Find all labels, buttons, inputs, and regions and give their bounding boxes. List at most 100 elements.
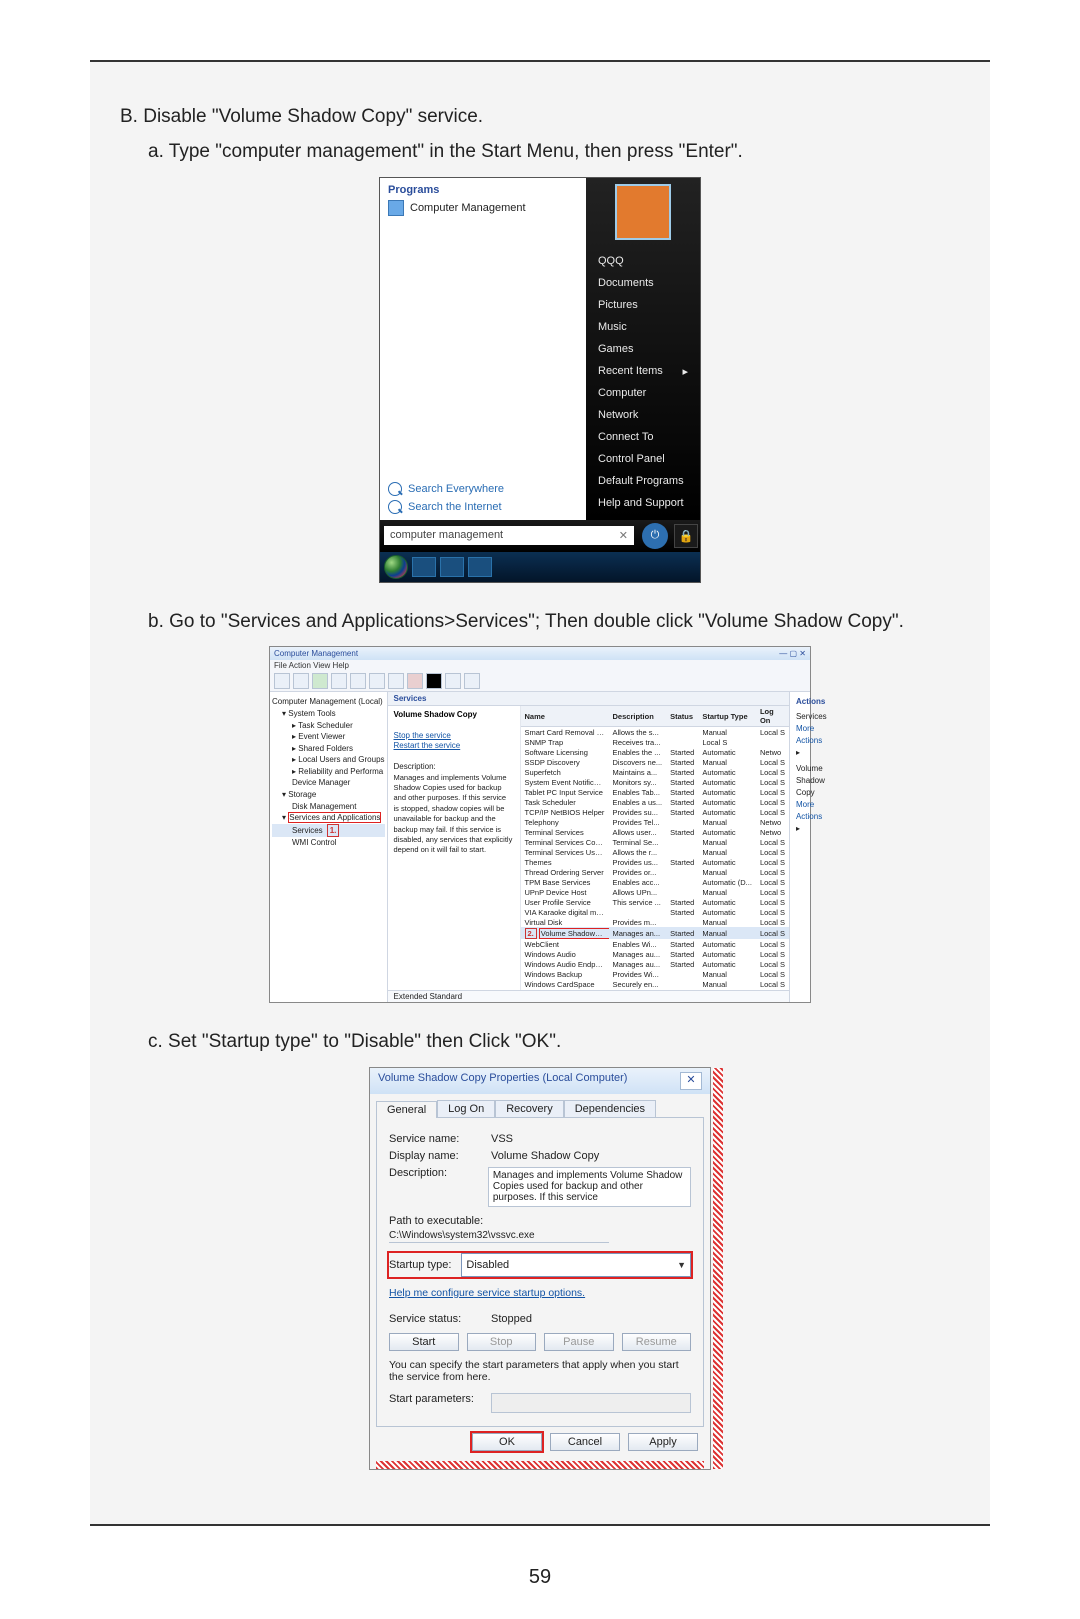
start-params-input <box>491 1393 691 1413</box>
start-button[interactable]: Start <box>389 1333 459 1351</box>
marker-2: 2. <box>525 928 537 939</box>
table-row[interactable]: Software LicensingEnables the ...Started… <box>521 747 789 757</box>
search-icon <box>388 500 402 514</box>
step-a: a. Type "computer management" in the Sta… <box>148 137 960 166</box>
close-button[interactable]: ✕ <box>680 1072 702 1090</box>
table-row[interactable]: SNMP TrapReceives tra...Local S <box>521 737 789 747</box>
table-row[interactable]: Windows Color SystemThe WcsPlu...ManualL… <box>521 989 789 990</box>
table-row[interactable]: SSDP DiscoveryDiscovers ne...StartedManu… <box>521 757 789 767</box>
service-info-pane: Volume Shadow Copy Stop the service Rest… <box>388 706 521 990</box>
table-row[interactable]: Terminal Services User...Allows the r...… <box>521 847 789 857</box>
table-row[interactable]: ThemesProvides us...StartedAutomaticLoca… <box>521 857 789 867</box>
table-row[interactable]: 2.Volume Shadow CopyManages an...Started… <box>521 927 789 939</box>
path-value: C:\Windows\system32\vssvc.exe <box>389 1230 609 1243</box>
nav-tree[interactable]: Computer Management (Local) ▾ System Too… <box>270 692 388 1002</box>
table-row[interactable]: UPnP Device HostAllows UPn...ManualLocal… <box>521 887 789 897</box>
marker-1: 1. <box>327 824 340 838</box>
stop-button: Stop <box>467 1333 537 1351</box>
start-search-input[interactable]: computer management✕ <box>384 526 634 545</box>
apply-button[interactable]: Apply <box>628 1433 698 1451</box>
services-header: Services <box>388 692 789 706</box>
table-row[interactable]: Terminal ServicesAllows user...StartedAu… <box>521 827 789 837</box>
tree-services[interactable]: Services1. <box>272 824 385 838</box>
service-name-label: Service name: <box>389 1133 481 1145</box>
figure-start-menu: Programs Computer Management Search Ever… <box>379 177 701 583</box>
table-row[interactable]: TelephonyProvides Tel...ManualNetwo <box>521 817 789 827</box>
table-row[interactable]: Smart Card Removal Po...Allows the s...M… <box>521 727 789 738</box>
taskbar-button[interactable] <box>468 557 492 577</box>
clear-search-icon[interactable]: ✕ <box>619 529 628 542</box>
taskbar-button[interactable] <box>412 557 436 577</box>
start-menu-item[interactable]: Games <box>586 338 700 360</box>
start-menu-item[interactable]: Help and Support <box>586 492 700 514</box>
lock-button[interactable]: 🔒 <box>674 524 698 548</box>
actions-pane: Actions Services More Actions ▸ Volume S… <box>789 692 833 1002</box>
start-params-note: You can specify the start parameters tha… <box>389 1359 691 1383</box>
start-menu-item[interactable]: Default Programs <box>586 470 700 492</box>
startup-type-select[interactable]: Disabled ▼ <box>461 1253 691 1277</box>
start-menu-item[interactable]: Music <box>586 316 700 338</box>
tab-general[interactable]: General <box>376 1101 437 1118</box>
tab-recovery[interactable]: Recovery <box>495 1100 563 1117</box>
taskbar <box>380 552 700 582</box>
table-row[interactable]: Windows AudioManages au...StartedAutomat… <box>521 949 789 959</box>
table-row[interactable]: Terminal Services Conf...Terminal Se...M… <box>521 837 789 847</box>
user-avatar <box>615 184 671 240</box>
startup-type-label: Startup type: <box>389 1259 451 1271</box>
table-row[interactable]: Tablet PC Input ServiceEnables Tab...Sta… <box>521 787 789 797</box>
link-stop-service[interactable]: Stop the service <box>394 731 451 740</box>
search-internet[interactable]: Search the Internet <box>388 500 578 514</box>
start-menu-item[interactable]: QQQ <box>586 250 700 272</box>
search-icon <box>388 482 402 496</box>
annotation-hatch <box>376 1461 704 1469</box>
tab-logon[interactable]: Log On <box>437 1100 495 1117</box>
table-row[interactable]: VIA Karaoke digital mix...StartedAutomat… <box>521 907 789 917</box>
start-menu-item[interactable]: Connect To <box>586 426 700 448</box>
more-actions[interactable]: More Actions <box>796 724 822 745</box>
toolbar[interactable] <box>270 671 810 692</box>
service-name-value: VSS <box>491 1133 513 1145</box>
path-label: Path to executable: <box>389 1215 691 1227</box>
table-row[interactable]: TCP/IP NetBIOS HelperProvides su...Start… <box>521 807 789 817</box>
link-restart-service[interactable]: Restart the service <box>394 741 461 750</box>
table-row[interactable]: TPM Base ServicesEnables acc...Automatic… <box>521 877 789 887</box>
power-button[interactable]: ⏻ <box>642 523 668 549</box>
table-row[interactable]: WebClientEnables Wi...StartedAutomaticLo… <box>521 939 789 949</box>
callout-1: Services and Applications <box>288 812 381 823</box>
taskbar-button[interactable] <box>440 557 464 577</box>
table-row[interactable]: Thread Ordering ServerProvides or...Manu… <box>521 867 789 877</box>
display-name-value: Volume Shadow Copy <box>491 1150 599 1162</box>
power-icon: ⏻ <box>651 529 660 542</box>
description-label: Description: <box>389 1167 478 1179</box>
table-row[interactable]: System Event Notificati...Monitors sy...… <box>521 777 789 787</box>
services-table[interactable]: NameDescriptionStatusStartup TypeLog On … <box>521 706 789 990</box>
search-everywhere[interactable]: Search Everywhere <box>388 482 578 496</box>
start-orb-icon[interactable] <box>384 555 408 579</box>
table-row[interactable]: Task SchedulerEnables a us...StartedAuto… <box>521 797 789 807</box>
program-computer-management[interactable]: Computer Management <box>388 200 578 216</box>
start-menu-item[interactable]: Pictures <box>586 294 700 316</box>
table-row[interactable]: SuperfetchMaintains a...StartedAutomatic… <box>521 767 789 777</box>
table-row[interactable]: Virtual DiskProvides m...ManualLocal S <box>521 917 789 927</box>
menubar[interactable]: File Action View Help <box>270 660 810 671</box>
start-menu-item[interactable]: Control Panel <box>586 448 700 470</box>
table-row[interactable]: Windows Audio Endpoi...Manages au...Star… <box>521 959 789 969</box>
table-row[interactable]: Windows CardSpaceSecurely en...ManualLoc… <box>521 979 789 989</box>
start-menu-item[interactable]: Network <box>586 404 700 426</box>
cancel-button[interactable]: Cancel <box>550 1433 620 1451</box>
service-status-value: Stopped <box>491 1313 532 1325</box>
table-row[interactable]: Windows BackupProvides Wi...ManualLocal … <box>521 969 789 979</box>
help-link[interactable]: Help me configure service startup option… <box>389 1287 585 1299</box>
display-name-label: Display name: <box>389 1150 481 1162</box>
table-row[interactable]: User Profile ServiceThis service ...Star… <box>521 897 789 907</box>
tab-dependencies[interactable]: Dependencies <box>564 1100 656 1117</box>
more-actions[interactable]: More Actions <box>796 800 822 821</box>
start-menu-item[interactable]: Computer <box>586 382 700 404</box>
ok-button[interactable]: OK <box>472 1433 542 1451</box>
window-buttons[interactable]: — ▢ ✕ <box>779 649 806 658</box>
step-b: b. Go to "Services and Applications>Serv… <box>148 607 960 636</box>
start-menu-item[interactable]: Documents <box>586 272 700 294</box>
view-tabs[interactable]: Extended Standard <box>388 990 789 1002</box>
pause-button: Pause <box>544 1333 614 1351</box>
start-menu-item[interactable]: Recent Items <box>586 360 700 382</box>
